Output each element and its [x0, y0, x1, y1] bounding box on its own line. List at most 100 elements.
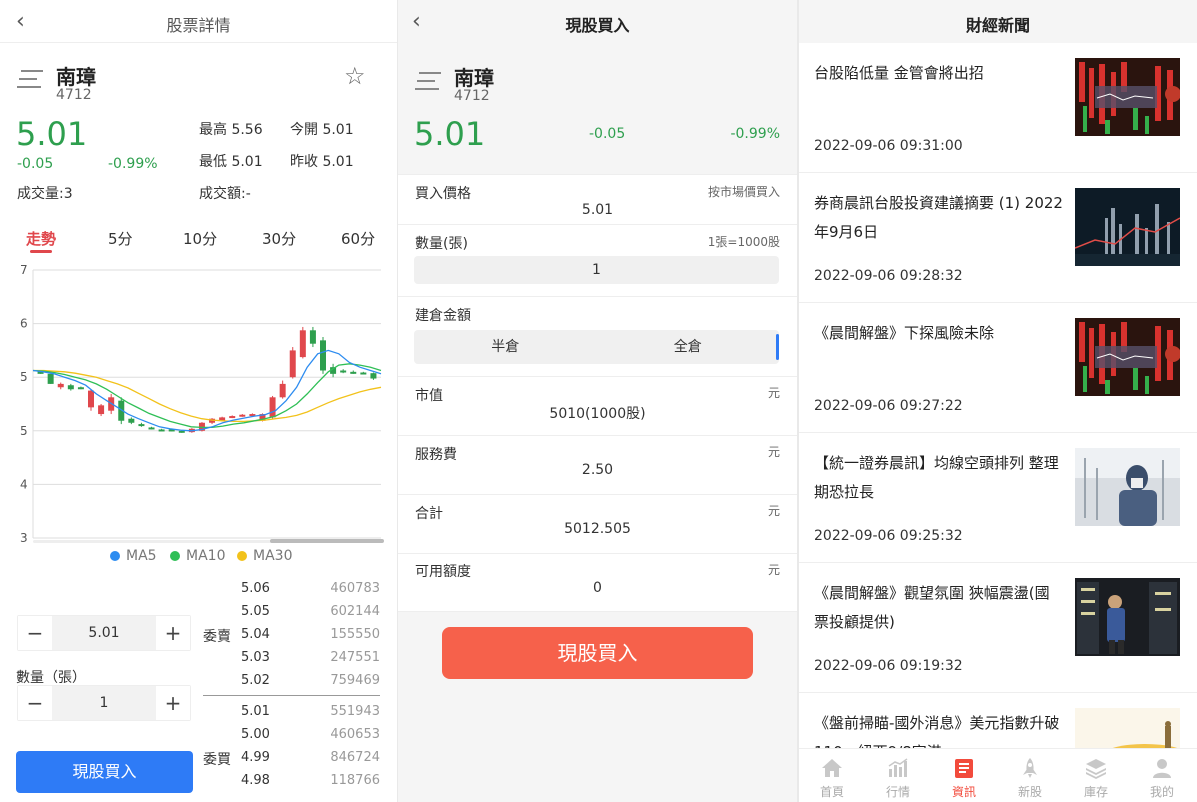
- candle-body: [178, 430, 185, 433]
- orderbook-divider: [203, 695, 380, 696]
- ma10-label: MA10: [186, 548, 226, 564]
- rocket-icon: [1023, 758, 1037, 778]
- nav-inventory[interactable]: 庫存: [1063, 749, 1129, 802]
- position-row: 建倉金額 半倉 全倉: [398, 296, 797, 376]
- news-item[interactable]: 券商晨訊台股投資建議摘要 (1) 2022年9月6日 2022-09-06 09…: [799, 173, 1197, 303]
- ma10-dot: [170, 551, 180, 561]
- submit-buy-button[interactable]: 現股買入: [442, 627, 753, 679]
- half-position-button[interactable]: 半倉: [414, 330, 597, 364]
- nav-profile[interactable]: 我的: [1129, 749, 1195, 802]
- stock-detail-panel: ‹ 股票詳情 南璋 4712 ☆ 5.01 -0.05 -0.99% 成交量:3…: [0, 0, 397, 802]
- low-label: 最低: [199, 154, 227, 170]
- volume-stat: 成交量:3: [17, 183, 73, 203]
- buy-price-value: 5.01: [581, 202, 614, 218]
- open-stat: 今開 5.01: [290, 119, 354, 139]
- tab-10min[interactable]: 10分: [183, 228, 217, 249]
- legend-ma10: MA10: [170, 548, 225, 564]
- list-icon[interactable]: [415, 72, 441, 94]
- buy-button[interactable]: 現股買入: [16, 751, 193, 793]
- candle-body: [148, 427, 155, 430]
- chart-scroll-thumb: [270, 539, 384, 543]
- nav-label: 行情: [885, 785, 910, 799]
- service-fee-label: 服務費: [415, 447, 457, 463]
- nav-label: 首頁: [819, 785, 844, 799]
- news-thumbnail: [1075, 578, 1180, 656]
- market-price-link[interactable]: 按市場價買入: [708, 183, 780, 200]
- stock-board-image-icon: [1075, 318, 1180, 396]
- home-icon: [822, 759, 842, 777]
- candle-body: [370, 373, 377, 379]
- current-price: 5.01: [16, 115, 88, 153]
- news-title: 台股陷低量 金管會將出招: [814, 64, 984, 82]
- amount-value: -: [245, 186, 251, 202]
- star-favorite-icon[interactable]: ☆: [344, 62, 366, 90]
- nav-home[interactable]: 首頁: [799, 749, 865, 802]
- ask-volume: 759469: [330, 673, 380, 688]
- candle-body: [320, 340, 326, 371]
- candle-body: [67, 385, 74, 390]
- server-room-image-icon: [1075, 578, 1180, 656]
- nav-news[interactable]: 資訊: [931, 749, 997, 802]
- prev-close-stat: 昨收 5.01: [290, 151, 354, 171]
- ma5-label: MA5: [126, 548, 157, 564]
- news-item[interactable]: 【統一證券晨訊】均線空頭排列 整理期恐拉長 2022-09-06 09:25:3…: [799, 433, 1197, 563]
- ma5-dot: [110, 551, 120, 561]
- ma5-line: [32, 349, 382, 432]
- total-value: 5012.505: [564, 521, 631, 537]
- active-tab-indicator: [30, 250, 52, 253]
- candle-body: [158, 429, 165, 432]
- buy-form-navbar: ‹ 現股買入: [398, 0, 797, 43]
- news-item[interactable]: 台股陷低量 金管會將出招 2022-09-06 09:31:00: [799, 43, 1197, 173]
- news-title: 【統一證券晨訊】均線空頭排列 整理期恐拉長: [814, 454, 1059, 501]
- page-title: 現股買入: [565, 16, 630, 35]
- bid-row: 5.00 460653: [0, 727, 397, 747]
- ma30-dot: [237, 551, 247, 561]
- bid-row: 5.01 551943: [0, 704, 397, 724]
- available-row: 可用額度 元 0: [398, 553, 797, 612]
- news-item[interactable]: 《晨間解盤》觀望氛圍 狹幅震盪(國票投顧提供) 2022-09-06 09:19…: [799, 563, 1197, 693]
- qty-input[interactable]: 1: [414, 256, 779, 284]
- position-segmented: 半倉 全倉: [414, 330, 779, 364]
- service-fee-value: 2.50: [581, 462, 614, 478]
- volume-label: 成交量:: [17, 186, 64, 202]
- market-value-row: 市值 元 5010(1000股): [398, 376, 797, 435]
- candle-body: [279, 383, 286, 398]
- news-navbar: 財經新聞: [799, 0, 1197, 43]
- bid-price: 4.98: [241, 773, 270, 788]
- ask-row: 5.05 602144: [0, 604, 397, 624]
- market-value: 5010(1000股): [549, 406, 646, 422]
- tab-60min[interactable]: 60分: [341, 228, 375, 249]
- tab-trend[interactable]: 走勢: [26, 228, 56, 249]
- candle-body: [299, 330, 306, 358]
- ask-volume: 247551: [330, 650, 380, 665]
- legend-ma5: MA5: [110, 548, 157, 564]
- nav-ipo[interactable]: 新股: [997, 749, 1063, 802]
- open-value: 5.01: [322, 122, 354, 138]
- ma30-line: [33, 369, 382, 423]
- tab-5min[interactable]: 5分: [108, 228, 133, 249]
- buy-price-label: 買入價格: [415, 186, 471, 202]
- available-value: 0: [593, 580, 602, 596]
- chart-icon: [888, 758, 908, 777]
- news-item[interactable]: 《晨間解盤》下探風險未除 2022-09-06 09:27:22: [799, 303, 1197, 433]
- volume-value: 3: [63, 186, 73, 202]
- price-change: -0.05: [589, 126, 626, 142]
- ask-price: 5.06: [241, 581, 270, 596]
- bid-price: 5.00: [241, 727, 270, 742]
- low-value: 5.01: [231, 154, 263, 170]
- list-icon[interactable]: [17, 70, 43, 92]
- ask-price: 5.04: [241, 627, 270, 642]
- service-fee-row: 服務費 元 2.50: [398, 435, 797, 494]
- news-thumbnail: [1075, 448, 1180, 526]
- total-label: 合計: [415, 506, 443, 522]
- candle-body: [340, 370, 347, 373]
- tab-30min[interactable]: 30分: [262, 228, 296, 249]
- nav-market[interactable]: 行情: [865, 749, 931, 802]
- full-position-button[interactable]: 全倉: [597, 330, 780, 364]
- prev-close-label: 昨收: [290, 154, 318, 170]
- ask-volume: 602144: [330, 604, 380, 619]
- news-title: 券商晨訊台股投資建議摘要 (1) 2022年9月6日: [814, 194, 1063, 241]
- prev-close-value: 5.01: [322, 154, 354, 170]
- candle-body: [57, 383, 64, 388]
- news-time: 2022-09-06 09:27:22: [814, 398, 963, 414]
